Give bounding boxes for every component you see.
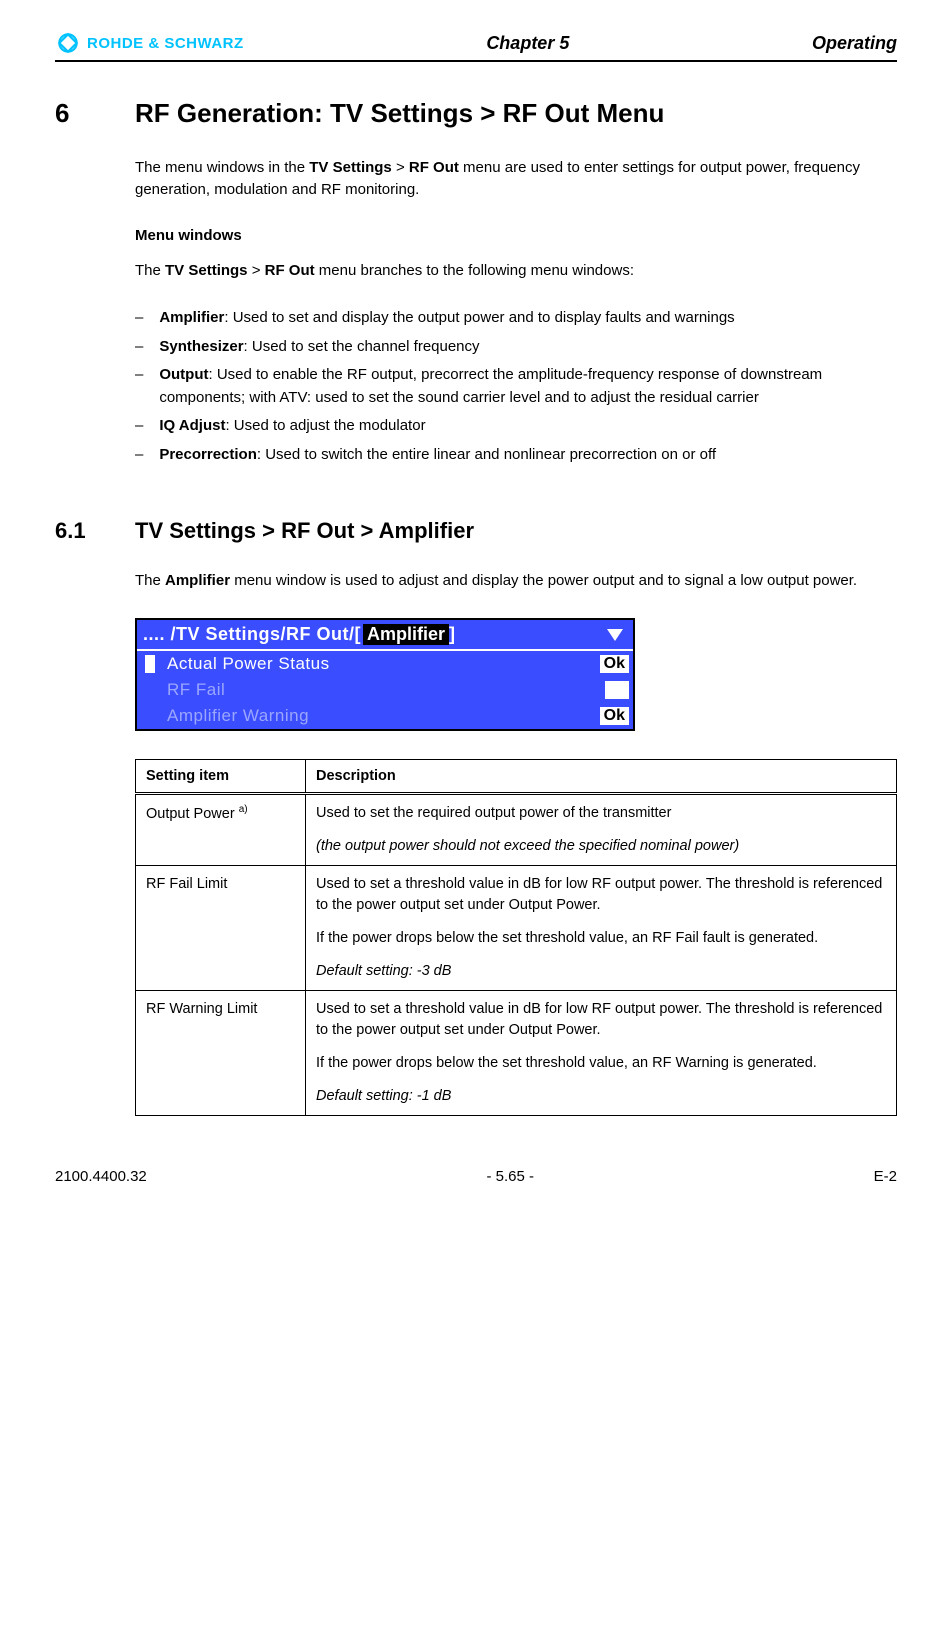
list-item: Amplifier: Used to set and display the o… bbox=[135, 307, 897, 330]
lcd-row: RF Fail bbox=[137, 677, 633, 703]
text: > bbox=[248, 262, 265, 279]
lcd-row: Amplifier Warning Ok bbox=[137, 703, 633, 729]
item-desc: : Used to enable the RF output, precorre… bbox=[159, 366, 822, 406]
text: The bbox=[135, 262, 165, 279]
list-item: IQ Adjust: Used to adjust the modulator bbox=[135, 415, 897, 438]
bracket: ] bbox=[449, 624, 456, 645]
desc-text: If the power drops below the set thresho… bbox=[316, 928, 886, 949]
lcd-row-value: Ok bbox=[600, 707, 629, 725]
lcd-breadcrumb: .... /TV Settings/RF Out/ [ Amplifier ] bbox=[137, 620, 633, 649]
text: The bbox=[135, 572, 165, 589]
table-row: RF Warning Limit Used to set a threshold… bbox=[136, 991, 897, 1116]
desc-text: Used to set a threshold value in dB for … bbox=[316, 874, 886, 916]
page: ROHDE & SCHWARZ Chapter 5 Operating 6 RF… bbox=[0, 0, 952, 1215]
footnote-marker: a) bbox=[239, 804, 248, 815]
brand-logo-text: ROHDE & SCHWARZ bbox=[87, 35, 244, 52]
list-item: Output: Used to enable the RF output, pr… bbox=[135, 364, 897, 409]
lcd-active-tab: Amplifier bbox=[363, 624, 449, 645]
section-heading: 6 RF Generation: TV Settings > RF Out Me… bbox=[55, 98, 897, 129]
intro-paragraph: The menu windows in the TV Settings > RF… bbox=[135, 157, 897, 201]
list-item: Precorrection: Used to switch the entire… bbox=[135, 444, 897, 467]
lcd-body: Actual Power Status Ok RF Fail Amplifier… bbox=[137, 649, 633, 729]
brand-logo-icon bbox=[55, 30, 81, 56]
setting-item-cell: Output Power a) bbox=[136, 794, 306, 866]
setting-item-cell: RF Warning Limit bbox=[136, 991, 306, 1116]
setting-item-name: RF Warning Limit bbox=[146, 1001, 257, 1017]
bracket: [ bbox=[355, 624, 362, 645]
footer-page-number: - 5.65 - bbox=[486, 1168, 534, 1185]
setting-desc-cell: Used to set the required output power of… bbox=[306, 794, 897, 866]
page-header: ROHDE & SCHWARZ Chapter 5 Operating bbox=[55, 30, 897, 62]
text-bold: Amplifier bbox=[165, 572, 230, 589]
subsection-intro: The Amplifier menu window is used to adj… bbox=[135, 570, 897, 592]
setting-item-cell: RF Fail Limit bbox=[136, 866, 306, 991]
text: menu window is used to adjust and displa… bbox=[230, 572, 857, 589]
table-row: RF Fail Limit Used to set a threshold va… bbox=[136, 866, 897, 991]
desc-default: Default setting: -3 dB bbox=[316, 961, 886, 982]
desc-text: Used to set a threshold value in dB for … bbox=[316, 999, 886, 1041]
text-bold: TV Settings bbox=[309, 159, 392, 176]
lcd-row: Actual Power Status Ok bbox=[137, 651, 633, 677]
item-desc: : Used to set and display the output pow… bbox=[224, 309, 734, 326]
desc-text: Used to set the required output power of… bbox=[316, 803, 886, 824]
text: The menu windows in the bbox=[135, 159, 309, 176]
desc-note: (the output power should not exceed the … bbox=[316, 836, 886, 857]
item-name: Amplifier bbox=[159, 309, 224, 326]
text-bold: TV Settings bbox=[165, 262, 248, 279]
footer-revision: E-2 bbox=[874, 1168, 897, 1185]
header-chapter: Chapter 5 bbox=[244, 33, 812, 54]
lcd-row-label: RF Fail bbox=[167, 680, 605, 700]
header-section-name: Operating bbox=[812, 33, 897, 54]
section-title: RF Generation: TV Settings > RF Out Menu bbox=[135, 98, 664, 129]
text-bold: RF Out bbox=[265, 262, 315, 279]
col-header-setting: Setting item bbox=[136, 760, 306, 794]
subsection-heading: 6.1 TV Settings > RF Out > Amplifier bbox=[55, 518, 897, 544]
setting-desc-cell: Used to set a threshold value in dB for … bbox=[306, 866, 897, 991]
page-footer: 2100.4400.32 - 5.65 - E-2 bbox=[55, 1168, 897, 1185]
subsection-body: The Amplifier menu window is used to adj… bbox=[135, 570, 897, 1116]
brand-logo: ROHDE & SCHWARZ bbox=[55, 30, 244, 56]
setting-item-name: Output Power bbox=[146, 806, 235, 822]
item-name: Output bbox=[159, 366, 208, 383]
lcd-path: .... /TV Settings/RF Out/ bbox=[143, 624, 355, 645]
menu-windows-intro: The TV Settings > RF Out menu branches t… bbox=[135, 260, 897, 282]
text: > bbox=[392, 159, 409, 176]
col-header-description: Description bbox=[306, 760, 897, 794]
desc-text: If the power drops below the set thresho… bbox=[316, 1053, 886, 1074]
subsection-number: 6.1 bbox=[55, 518, 107, 544]
item-name: IQ Adjust bbox=[159, 417, 225, 434]
subsection-title: TV Settings > RF Out > Amplifier bbox=[135, 518, 474, 544]
menu-windows-heading: Menu windows bbox=[135, 227, 897, 244]
item-desc: : Used to switch the entire linear and n… bbox=[257, 446, 716, 463]
lcd-row-label: Amplifier Warning bbox=[167, 706, 600, 726]
item-desc: : Used to adjust the modulator bbox=[225, 417, 425, 434]
table-header-row: Setting item Description bbox=[136, 760, 897, 794]
settings-table: Setting item Description Output Power a)… bbox=[135, 759, 897, 1116]
table-row: Output Power a) Used to set the required… bbox=[136, 794, 897, 866]
list-item: Synthesizer: Used to set the channel fre… bbox=[135, 336, 897, 359]
section-number: 6 bbox=[55, 98, 107, 129]
lcd-row-value-empty bbox=[605, 681, 629, 699]
item-name: Precorrection bbox=[159, 446, 257, 463]
footer-doc-id: 2100.4400.32 bbox=[55, 1168, 147, 1185]
cursor-icon bbox=[145, 655, 155, 673]
desc-default: Default setting: -1 dB bbox=[316, 1086, 886, 1107]
text-bold: RF Out bbox=[409, 159, 459, 176]
text: menu branches to the following menu wind… bbox=[315, 262, 634, 279]
item-name: Synthesizer bbox=[159, 338, 243, 355]
lcd-screenshot: .... /TV Settings/RF Out/ [ Amplifier ] … bbox=[135, 618, 635, 731]
menu-windows-list: Amplifier: Used to set and display the o… bbox=[135, 307, 897, 466]
section-body: The menu windows in the TV Settings > RF… bbox=[135, 157, 897, 466]
setting-item-name: RF Fail Limit bbox=[146, 876, 227, 892]
item-desc: : Used to set the channel frequency bbox=[244, 338, 480, 355]
down-arrow-icon bbox=[603, 625, 627, 645]
lcd-row-value: Ok bbox=[600, 655, 629, 673]
setting-desc-cell: Used to set a threshold value in dB for … bbox=[306, 991, 897, 1116]
lcd-row-label: Actual Power Status bbox=[167, 654, 600, 674]
